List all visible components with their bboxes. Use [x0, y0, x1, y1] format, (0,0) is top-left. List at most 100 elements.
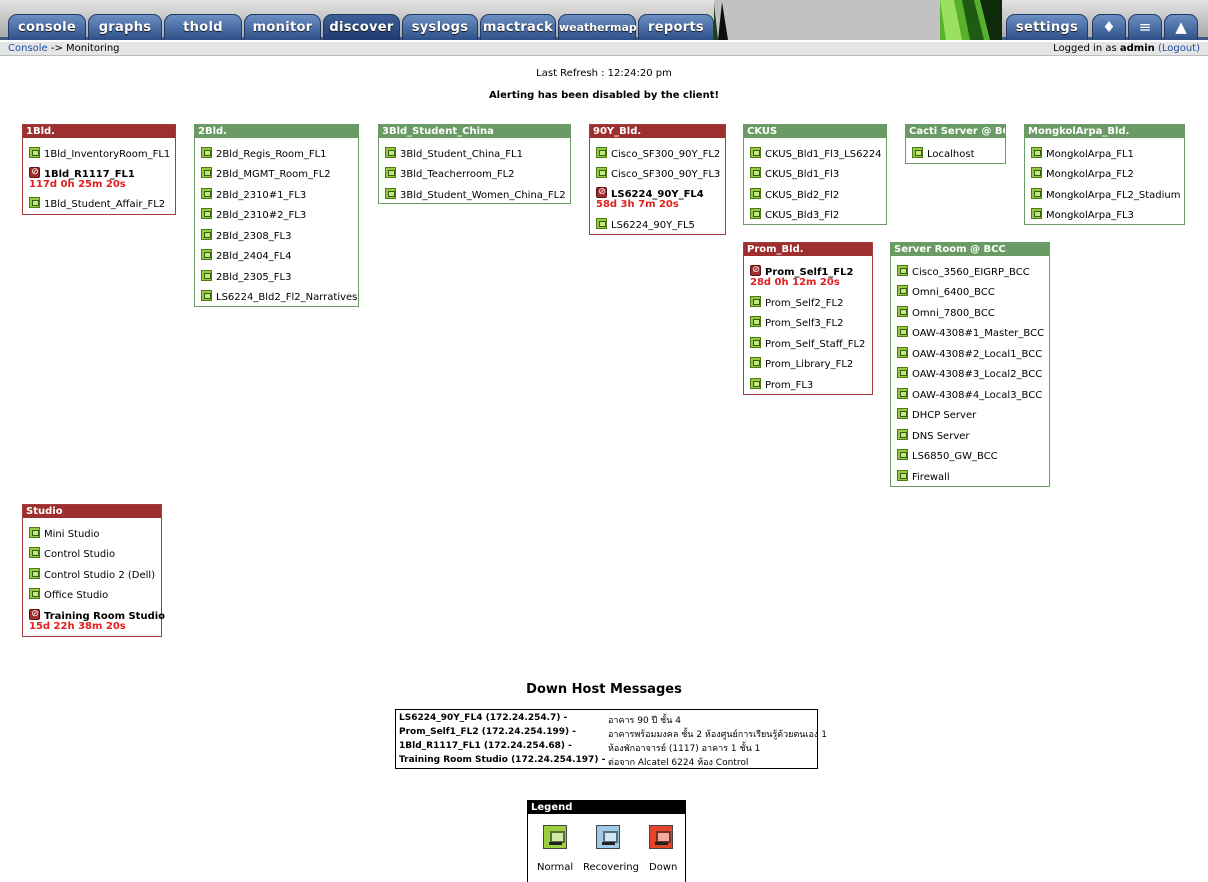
tab-syslogs[interactable]: syslogs [402, 14, 478, 40]
group-title: 90Y_Bld. [590, 125, 725, 138]
group-2bld: 2Bld. 2Bld_Regis_Room_FL1 2Bld_MGMT_Room… [194, 124, 359, 307]
group-1bld: 1Bld. 1Bld_InventoryRoom_FL1 1Bld_R1117_… [22, 124, 176, 215]
tab-settings[interactable]: settings [1006, 14, 1088, 40]
host-up-icon [29, 147, 40, 158]
host-up-icon [385, 167, 396, 178]
breadcrumb-console-link[interactable]: Console [8, 43, 48, 54]
host-up-icon [596, 147, 607, 158]
tree-view-icon[interactable]: ♦ [1092, 14, 1126, 40]
host-down-icon [596, 186, 607, 199]
list-view-icon[interactable]: ≡ [1128, 14, 1162, 40]
host-up-icon [750, 147, 761, 158]
group-title: 2Bld. [195, 125, 358, 138]
host-up-icon [897, 265, 908, 276]
table-row: Training Room Studio (172.24.254.197) -ต… [399, 755, 749, 768]
group-title: Server Room @ BCC [891, 243, 1049, 256]
host-up-icon [897, 388, 908, 399]
host-up-icon [750, 337, 761, 348]
downtime-label: 28d 0h 12m 20s [750, 277, 840, 288]
group-90y-bld: 90Y_Bld. Cisco_SF300_90Y_FL2 Cisco_SF300… [589, 124, 726, 235]
host-up-icon [29, 568, 40, 579]
host-up-icon [1031, 167, 1042, 178]
host-up-icon [29, 197, 40, 208]
tab-reports[interactable]: reports [638, 14, 714, 40]
host-up-icon [897, 408, 908, 419]
host-up-icon [897, 367, 908, 378]
downtime-label: 15d 22h 38m 20s [29, 621, 126, 632]
legend-down-label: Down [649, 862, 678, 873]
host-up-icon [385, 147, 396, 158]
downtime-label: 117d 0h 25m 20s [29, 179, 126, 190]
host-up-icon [29, 527, 40, 538]
down-host-messages-title: Down Host Messages [526, 682, 682, 697]
alerting-warning: Alerting has been disabled by the client… [488, 90, 720, 101]
login-status: Logged in as admin (Logout) [1053, 42, 1200, 56]
host-up-icon [750, 208, 761, 219]
host-up-icon [750, 316, 761, 327]
down-status-icon [649, 825, 673, 849]
host-up-icon [897, 470, 908, 481]
host-up-icon [1031, 208, 1042, 219]
group-prom-bld: Prom_Bld. Prom_Self1_FL228d 0h 12m 20s P… [743, 242, 873, 395]
group-title: 1Bld. [23, 125, 175, 138]
host-up-icon [29, 588, 40, 599]
host-up-icon [912, 147, 923, 158]
last-refresh-text: Last Refresh : 12:24:20 pm [536, 68, 672, 79]
host-up-icon [897, 326, 908, 337]
host-up-icon [385, 188, 396, 199]
table-row: 1Bld_R1117_FL1 (172.24.254.68) - ห้องพักอ… [399, 741, 761, 754]
host-up-icon [897, 449, 908, 460]
breadcrumb-current: -> Monitoring [50, 43, 120, 54]
tab-console[interactable]: console [8, 14, 86, 40]
group-mongkolarpa: MongkolArpa_Bld. MongkolArpa_FL1 Mongkol… [1024, 124, 1185, 225]
group-ckus: CKUS CKUS_Bld1_Fl3_LS6224 CKUS_Bld1_Fl3 … [743, 124, 887, 225]
host-up-icon [750, 357, 761, 368]
table-row: Prom_Self1_FL2 (172.24.254.199) - อาคารพร… [399, 727, 827, 740]
host-up-icon [201, 188, 212, 199]
logged-in-label: Logged in as [1053, 43, 1117, 54]
host-up-icon [201, 167, 212, 178]
host-up-icon [596, 167, 607, 178]
tab-discover[interactable]: discover [323, 14, 400, 40]
header-graphic [940, 0, 1002, 40]
host-up-icon [201, 270, 212, 281]
host-up-icon [201, 229, 212, 240]
host-up-icon [596, 218, 607, 229]
legend-normal-label: Normal [537, 862, 574, 873]
group-title: Studio [23, 505, 161, 518]
group-title: Cacti Server @ BCC [906, 125, 1005, 138]
host-down-icon [29, 166, 40, 179]
tab-graphs[interactable]: graphs [88, 14, 162, 40]
host-down-icon [750, 264, 761, 277]
top-navigation-bar: console graphs thold monitor discover sy… [0, 0, 1208, 40]
host-up-icon [1031, 188, 1042, 199]
host-up-icon [201, 290, 212, 301]
host-up-icon [897, 429, 908, 440]
host-up-icon [201, 147, 212, 158]
host-up-icon [750, 296, 761, 307]
host-up-icon [750, 378, 761, 389]
breadcrumb: Console -> Monitoring [8, 42, 120, 56]
group-title: Prom_Bld. [744, 243, 872, 256]
host-down-icon [29, 608, 40, 621]
host-up-icon [1031, 147, 1042, 158]
host-up-icon [201, 249, 212, 260]
logout-link[interactable]: (Logout) [1158, 43, 1200, 54]
tab-weathermap[interactable]: weathermap [558, 14, 637, 40]
group-server-room: Server Room @ BCC Cisco_3560_EIGRP_BCC O… [890, 242, 1050, 487]
host-up-icon [750, 167, 761, 178]
graph-view-icon[interactable]: ▲ [1164, 14, 1198, 40]
group-title: CKUS [744, 125, 886, 138]
downtime-label: 58d 3h 7m 20s [596, 199, 679, 210]
group-studio: Studio Mini Studio Control Studio Contro… [22, 504, 165, 637]
tab-monitor[interactable]: monitor [244, 14, 321, 40]
tab-mactrack[interactable]: mactrack [480, 14, 556, 40]
tab-thold[interactable]: thold [164, 14, 242, 40]
group-title: MongkolArpa_Bld. [1025, 125, 1184, 138]
username: admin [1119, 43, 1155, 54]
recovering-status-icon [596, 825, 620, 849]
down-host-messages-table: LS6224_90Y_FL4 (172.24.254.7) - อาคาร 90 … [395, 709, 827, 769]
breadcrumb-bar: Console -> Monitoring Logged in as admin… [0, 42, 1208, 56]
legend-recovering-label: Recovering [583, 862, 639, 873]
host-up-icon [897, 347, 908, 358]
